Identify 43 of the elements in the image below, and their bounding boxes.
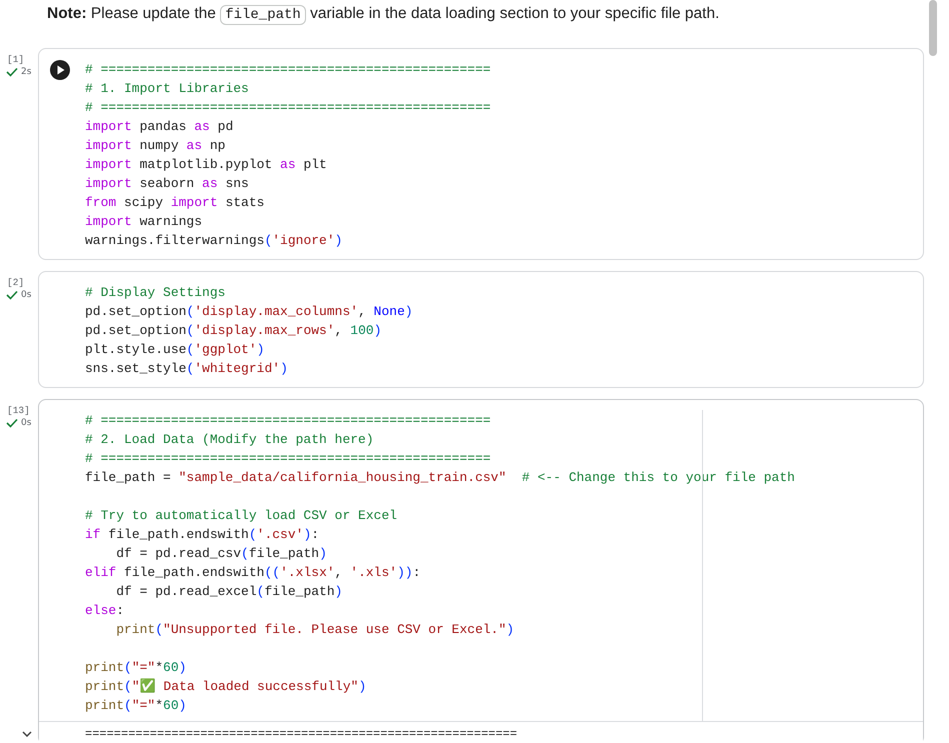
collapse-chevron-icon[interactable] bbox=[22, 731, 32, 737]
code-line: warnings.filterwarnings('ignore') bbox=[85, 232, 342, 250]
code-line: import warnings bbox=[85, 213, 202, 231]
code-cell[interactable] bbox=[38, 48, 924, 260]
code-line: print("="*60) bbox=[85, 697, 186, 715]
code-line: print("✅ Data loaded successfully") bbox=[85, 677, 366, 696]
code-line: import pandas as pd bbox=[85, 118, 234, 136]
code-line: elif file_path.endswith(('.xlsx', '.xls')): bbox=[85, 564, 421, 582]
execution-count: [13] bbox=[6, 404, 31, 416]
code-line: # ================================================== bbox=[85, 99, 491, 117]
code-line: else: bbox=[85, 602, 124, 620]
code-line: df = pd.read_csv(file_path) bbox=[115, 545, 327, 563]
code-line: import numpy as np bbox=[85, 137, 226, 155]
code-line: from scipy import stats bbox=[85, 194, 264, 212]
code-line: pd.set_option('display.max_rows', 100) bbox=[85, 322, 382, 340]
code-line: df = pd.read_excel(file_path) bbox=[115, 583, 342, 601]
code-line: if file_path.endswith('.csv'): bbox=[85, 526, 320, 544]
code-line: print("Unsupported file. Please use CSV or Excel.") bbox=[115, 621, 514, 639]
code-line: file_path = "sample_data/california_housing_train.csv" # <-- Change this to your file path bbox=[85, 469, 795, 487]
execution-count: [2] bbox=[6, 276, 26, 288]
run-time: 0s bbox=[21, 418, 32, 428]
code-line: import seaborn as sns bbox=[85, 175, 249, 193]
code-line: sns.set_style('whitegrid') bbox=[85, 360, 288, 378]
code-line: import matplotlib.pyplot as plt bbox=[85, 156, 327, 174]
code-line: # Display Settings bbox=[85, 284, 226, 302]
note-text: Note: Please update the file_path variable in the data loading section to your specific file path. bbox=[46, 4, 720, 27]
code-line: pd.set_option('display.max_columns', None) bbox=[85, 303, 413, 321]
output-text: ============================================================ bbox=[85, 728, 518, 740]
code-line: # ================================================== bbox=[85, 412, 491, 430]
code-line: # 1. Import Libraries bbox=[85, 80, 249, 98]
code-line: # ================================================== bbox=[85, 61, 491, 79]
run-time: 2s bbox=[21, 67, 32, 77]
code-line: plt.style.use('ggplot') bbox=[85, 341, 264, 359]
run-time: 0s bbox=[21, 290, 32, 300]
code-line: # 2. Load Data (Modify the path here) bbox=[85, 431, 374, 449]
code-line: # Try to automatically load CSV or Excel bbox=[85, 507, 398, 525]
code-cell[interactable] bbox=[38, 399, 924, 743]
execution-count: [1] bbox=[6, 53, 26, 65]
code-cell[interactable]: # Display Settings pd.set_option('display.max_columns', None) pd.set_option('display.max_rows', 100) plt.style.use('ggplot') sns.set_style('whitegrid') bbox=[38, 271, 924, 388]
code-line: # ================================================== bbox=[85, 450, 491, 468]
run-button[interactable] bbox=[50, 60, 70, 80]
scrollbar-thumb[interactable] bbox=[929, 0, 937, 56]
code-line: print("="*60) bbox=[85, 659, 186, 677]
